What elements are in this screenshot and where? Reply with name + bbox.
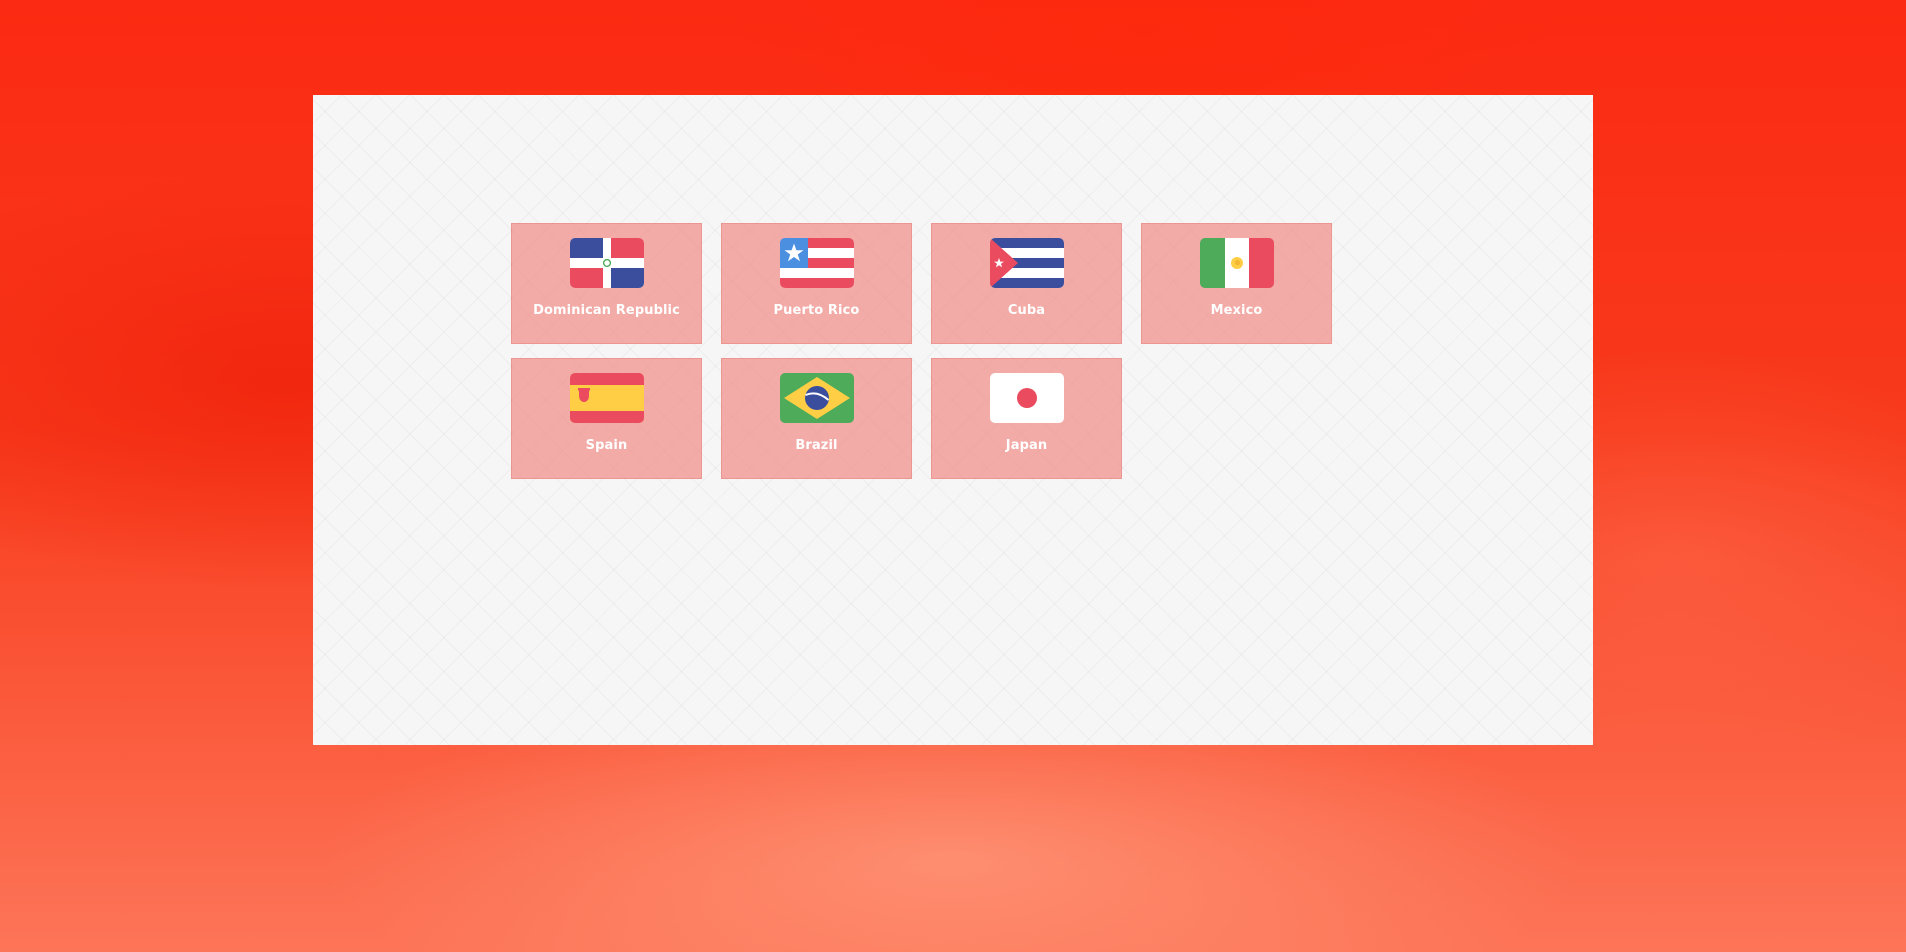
- main-panel: Dominican Republic Puerto Rico Cuba Mexi…: [313, 95, 1593, 745]
- country-label: Japan: [1005, 438, 1048, 453]
- country-card-spain[interactable]: Spain: [511, 358, 702, 479]
- country-card-mexico[interactable]: Mexico: [1141, 223, 1332, 344]
- country-label: Spain: [585, 438, 628, 453]
- japan-flag-icon: [989, 373, 1064, 423]
- puerto-rico-flag-icon: [779, 238, 854, 288]
- country-label: Brazil: [795, 438, 838, 453]
- country-card-dominican-republic[interactable]: Dominican Republic: [511, 223, 702, 344]
- cuba-flag-icon: [989, 238, 1064, 288]
- brazil-flag-icon: [779, 373, 854, 423]
- dominican-republic-flag-icon: [569, 238, 644, 288]
- country-label: Puerto Rico: [773, 303, 860, 318]
- country-card-puerto-rico[interactable]: Puerto Rico: [721, 223, 912, 344]
- country-label: Mexico: [1210, 303, 1263, 318]
- country-card-cuba[interactable]: Cuba: [931, 223, 1122, 344]
- country-label: Cuba: [1007, 303, 1046, 318]
- country-card-japan[interactable]: Japan: [931, 358, 1122, 479]
- country-label: Dominican Republic: [533, 303, 680, 318]
- spain-flag-icon: [569, 373, 644, 423]
- mexico-flag-icon: [1199, 238, 1274, 288]
- country-card-brazil[interactable]: Brazil: [721, 358, 912, 479]
- country-grid: Dominican Republic Puerto Rico Cuba Mexi…: [511, 223, 1332, 479]
